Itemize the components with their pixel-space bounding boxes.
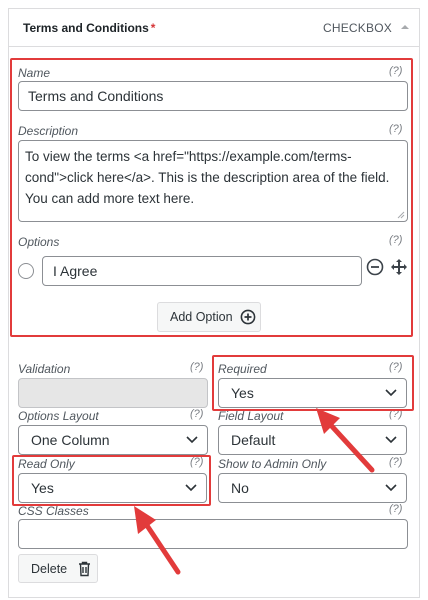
panel-title-text: Terms and Conditions — [23, 21, 149, 35]
panel-header[interactable]: Terms and Conditions * CHECKBOX — [9, 9, 419, 47]
description-help-icon[interactable]: (?) — [389, 123, 402, 135]
delete-label: Delete — [31, 562, 68, 576]
read-only-value: Yes — [31, 480, 54, 496]
panel-title: Terms and Conditions * — [23, 21, 155, 35]
options-help-icon[interactable]: (?) — [389, 234, 402, 246]
field-layout-value: Default — [231, 432, 276, 448]
read-only-label: Read Only — [18, 457, 75, 471]
field-layout-label: Field Layout — [218, 409, 284, 423]
required-value: Yes — [231, 385, 254, 401]
read-only-help-icon[interactable]: (?) — [190, 456, 203, 468]
resize-grip-icon[interactable] — [397, 211, 405, 219]
field-layout-help-icon[interactable]: (?) — [389, 408, 402, 420]
chevron-down-icon — [385, 484, 397, 492]
options-layout-select[interactable]: One Column — [18, 425, 208, 455]
option-radio[interactable] — [18, 263, 34, 279]
delete-button[interactable]: Delete — [18, 554, 98, 583]
validation-label: Validation — [18, 362, 71, 376]
options-layout-help-icon[interactable]: (?) — [190, 408, 203, 420]
description-text: To view the terms <a href="https://examp… — [25, 149, 390, 206]
options-layout-value: One Column — [31, 432, 110, 448]
options-layout-label: Options Layout — [18, 409, 99, 423]
required-asterisk: * — [150, 21, 156, 35]
required-label: Required — [218, 362, 267, 376]
trash-icon — [79, 561, 90, 577]
description-textarea[interactable]: To view the terms <a href="https://examp… — [18, 140, 408, 222]
css-classes-label: CSS Classes — [18, 504, 89, 518]
show-admin-label: Show to Admin Only — [218, 457, 327, 471]
name-label: Name — [18, 66, 51, 80]
show-admin-value: No — [231, 480, 249, 496]
show-admin-select[interactable]: No — [218, 473, 407, 503]
required-help-icon[interactable]: (?) — [389, 361, 402, 373]
chevron-down-icon — [385, 436, 397, 444]
required-select[interactable]: Yes — [218, 378, 407, 408]
collapse-arrow-icon[interactable] — [399, 22, 411, 32]
name-input[interactable]: Terms and Conditions — [18, 81, 408, 111]
plus-circle-icon — [240, 309, 256, 325]
validation-help-icon[interactable]: (?) — [190, 361, 203, 373]
chevron-down-icon — [185, 484, 197, 492]
validation-input[interactable] — [18, 378, 208, 408]
field-layout-select[interactable]: Default — [218, 425, 407, 455]
chevron-down-icon — [385, 389, 397, 397]
css-classes-input[interactable] — [18, 519, 408, 549]
show-admin-help-icon[interactable]: (?) — [389, 456, 402, 468]
css-classes-help-icon[interactable]: (?) — [389, 503, 402, 515]
add-option-label: Add Option — [170, 310, 233, 324]
field-type-label: CHECKBOX — [323, 21, 392, 35]
drag-move-icon[interactable] — [390, 258, 408, 276]
options-label: Options — [18, 235, 60, 249]
read-only-select[interactable]: Yes — [18, 473, 207, 503]
description-label: Description — [18, 124, 79, 138]
remove-option-icon[interactable] — [366, 258, 384, 276]
add-option-button[interactable]: Add Option — [157, 302, 261, 332]
chevron-down-icon — [186, 436, 198, 444]
name-help-icon[interactable]: (?) — [389, 65, 402, 77]
option-input[interactable]: I Agree — [42, 256, 362, 286]
